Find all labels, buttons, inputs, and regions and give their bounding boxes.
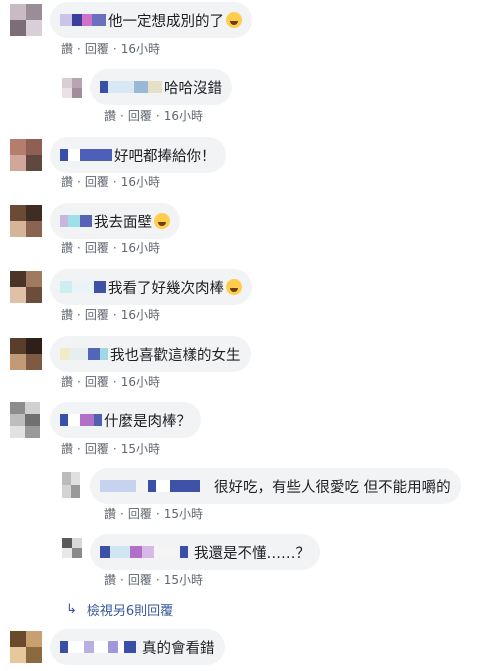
timestamp[interactable]: 15小時: [121, 440, 160, 457]
comment-text: 什麼是肉棒？: [104, 413, 191, 430]
commenter-name[interactable]: [60, 12, 106, 28]
timestamp[interactable]: 16小時: [121, 306, 160, 323]
comment-bubble: 我看了好幾次肉棒: [50, 269, 252, 305]
grin-emoji-icon: [154, 213, 170, 229]
like-link[interactable]: 讚: [61, 306, 73, 323]
reply-link[interactable]: 回覆: [85, 239, 109, 256]
avatar[interactable]: [62, 538, 82, 558]
like-link[interactable]: 讚: [104, 571, 116, 588]
commenter-name[interactable]: [100, 478, 200, 494]
commenter-name[interactable]: [60, 412, 102, 428]
commenter-name[interactable]: [100, 544, 188, 560]
reply-link[interactable]: 回覆: [85, 306, 109, 323]
commenter-name[interactable]: [60, 213, 92, 229]
reply-link[interactable]: 回覆: [85, 440, 109, 457]
comment-bubble: 哈哈沒錯: [90, 69, 232, 105]
commenter-name[interactable]: [100, 79, 162, 95]
avatar[interactable]: [62, 472, 80, 498]
comment-bubble: 什麼是肉棒？: [50, 402, 201, 438]
flushed-emoji-icon: [226, 279, 242, 295]
comment-actions: 讚 · 回覆 · 15小時: [104, 505, 203, 522]
reply-link[interactable]: 回覆: [128, 107, 152, 124]
commenter-name[interactable]: [60, 147, 112, 163]
like-link[interactable]: 讚: [104, 107, 116, 124]
avatar[interactable]: [10, 338, 42, 370]
view-more-replies-link[interactable]: ↳ 檢視另6則回覆: [66, 600, 173, 619]
comment-actions: 讚 · 回覆 · 16小時: [104, 107, 203, 124]
comment-bubble: 我也喜歡這樣的女生: [50, 336, 251, 372]
comment-text: 我看了好幾次肉棒: [108, 280, 224, 297]
comment-bubble: 我還是不懂……？: [90, 534, 320, 570]
comment-text: 我也喜歡這樣的女生: [110, 347, 241, 364]
avatar[interactable]: [10, 205, 42, 237]
comment-text: 好吧都捧給你！: [114, 148, 216, 165]
timestamp[interactable]: 15小時: [164, 571, 203, 588]
comment-actions: 讚 · 回覆 · 16小時: [61, 373, 160, 390]
avatar[interactable]: [10, 402, 40, 438]
comment-actions: 讚 · 回覆 · 16小時: [61, 173, 160, 190]
comment-text: 我還是不懂……？: [194, 545, 310, 562]
timestamp[interactable]: 16小時: [121, 373, 160, 390]
timestamp[interactable]: 15小時: [164, 505, 203, 522]
comment-bubble: 我去面壁: [50, 203, 180, 239]
like-link[interactable]: 讚: [61, 440, 73, 457]
reply-link[interactable]: 回覆: [128, 505, 152, 522]
comment-text: 我去面壁: [94, 214, 152, 231]
comment-text: 哈哈沒錯: [164, 80, 222, 97]
timestamp[interactable]: 16小時: [121, 239, 160, 256]
avatar[interactable]: [10, 631, 42, 663]
reply-link[interactable]: 回覆: [85, 373, 109, 390]
rofl-emoji-icon: [226, 12, 242, 28]
reply-arrow-icon: ↳: [66, 602, 77, 617]
avatar[interactable]: [10, 139, 42, 171]
reply-link[interactable]: 回覆: [85, 40, 109, 57]
avatar[interactable]: [10, 4, 42, 36]
comment-bubble: 真的會看錯: [50, 629, 225, 665]
like-link[interactable]: 讚: [61, 40, 73, 57]
comment-bubble: 好吧都捧給你！: [50, 137, 226, 173]
reply-link[interactable]: 回覆: [85, 173, 109, 190]
timestamp[interactable]: 16小時: [121, 173, 160, 190]
commenter-name[interactable]: [60, 279, 106, 295]
timestamp[interactable]: 16小時: [164, 107, 203, 124]
like-link[interactable]: 讚: [61, 373, 73, 390]
like-link[interactable]: 讚: [61, 239, 73, 256]
comment-actions: 讚 · 回覆 · 15小時: [104, 571, 203, 588]
comment-actions: 讚 · 回覆 · 16小時: [61, 239, 160, 256]
comment-bubble: 很好吃，有些人很愛吃 但不能用嚼的: [90, 468, 461, 504]
commenter-name[interactable]: [60, 346, 108, 362]
avatar[interactable]: [10, 271, 42, 303]
comment-text: 他一定想成別的了: [108, 13, 224, 30]
comment-text: 真的會看錯: [142, 640, 215, 657]
view-more-label[interactable]: 檢視另6則回覆: [87, 600, 173, 619]
comment-actions: 讚 · 回覆 · 16小時: [61, 40, 160, 57]
comment-actions: 讚 · 回覆 · 16小時: [61, 306, 160, 323]
avatar[interactable]: [62, 78, 82, 98]
comment-bubble: 他一定想成別的了: [50, 2, 252, 38]
like-link[interactable]: 讚: [104, 505, 116, 522]
timestamp[interactable]: 16小時: [121, 40, 160, 57]
comment-text: 很好吃，有些人很愛吃 但不能用嚼的: [214, 479, 451, 496]
commenter-name[interactable]: [60, 639, 136, 655]
comment-actions: 讚 · 回覆 · 15小時: [61, 440, 160, 457]
like-link[interactable]: 讚: [61, 173, 73, 190]
reply-link[interactable]: 回覆: [128, 571, 152, 588]
